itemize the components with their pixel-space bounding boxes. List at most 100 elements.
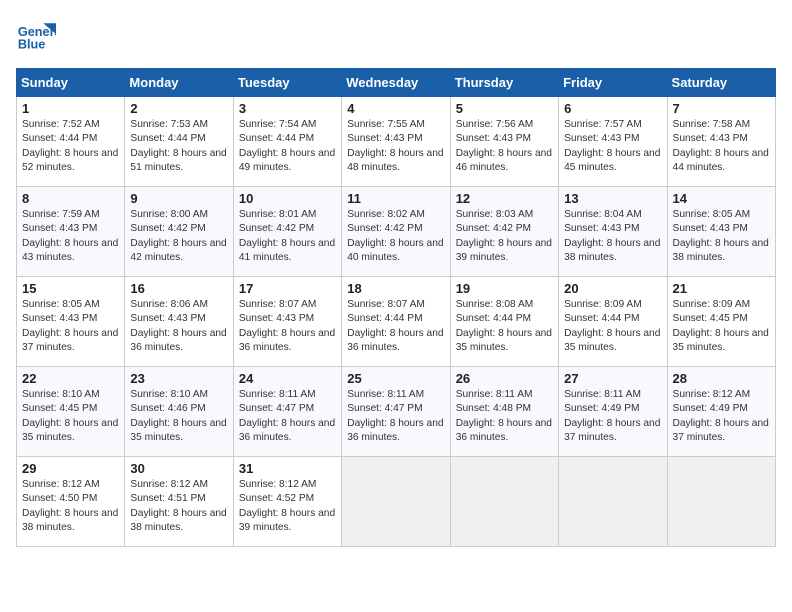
- day-number: 29: [22, 461, 119, 476]
- day-number: 14: [673, 191, 770, 206]
- day-number: 26: [456, 371, 553, 386]
- day-number: 18: [347, 281, 444, 296]
- day-number: 11: [347, 191, 444, 206]
- calendar-cell: 11 Sunrise: 8:02 AMSunset: 4:42 PMDaylig…: [342, 187, 450, 277]
- cell-content: Sunrise: 8:11 AMSunset: 4:47 PMDaylight:…: [347, 388, 444, 445]
- day-number: 16: [130, 281, 227, 296]
- cell-content: Sunrise: 8:02 AMSunset: 4:42 PMDaylight:…: [347, 208, 444, 265]
- calendar-week-row: 22 Sunrise: 8:10 AMSunset: 4:45 PMDaylig…: [17, 367, 776, 457]
- cell-content: Sunrise: 8:12 AMSunset: 4:52 PMDaylight:…: [239, 478, 336, 535]
- calendar-cell: 22 Sunrise: 8:10 AMSunset: 4:45 PMDaylig…: [17, 367, 125, 457]
- calendar-cell: [667, 457, 775, 547]
- logo: General Blue: [16, 16, 62, 56]
- cell-content: Sunrise: 7:54 AMSunset: 4:44 PMDaylight:…: [239, 118, 336, 175]
- cell-content: Sunrise: 8:01 AMSunset: 4:42 PMDaylight:…: [239, 208, 336, 265]
- logo-icon: General Blue: [16, 16, 56, 56]
- calendar-cell: 29 Sunrise: 8:12 AMSunset: 4:50 PMDaylig…: [17, 457, 125, 547]
- calendar-header-row: SundayMondayTuesdayWednesdayThursdayFrid…: [17, 69, 776, 97]
- cell-content: Sunrise: 8:06 AMSunset: 4:43 PMDaylight:…: [130, 298, 227, 355]
- cell-content: Sunrise: 8:04 AMSunset: 4:43 PMDaylight:…: [564, 208, 661, 265]
- page-header: General Blue: [16, 16, 776, 56]
- cell-content: Sunrise: 8:03 AMSunset: 4:42 PMDaylight:…: [456, 208, 553, 265]
- cell-content: Sunrise: 8:07 AMSunset: 4:44 PMDaylight:…: [347, 298, 444, 355]
- day-number: 31: [239, 461, 336, 476]
- calendar-cell: 7 Sunrise: 7:58 AMSunset: 4:43 PMDayligh…: [667, 97, 775, 187]
- cell-content: Sunrise: 8:11 AMSunset: 4:47 PMDaylight:…: [239, 388, 336, 445]
- cell-content: Sunrise: 8:12 AMSunset: 4:49 PMDaylight:…: [673, 388, 770, 445]
- day-number: 13: [564, 191, 661, 206]
- cell-content: Sunrise: 8:11 AMSunset: 4:49 PMDaylight:…: [564, 388, 661, 445]
- day-number: 2: [130, 101, 227, 116]
- day-number: 24: [239, 371, 336, 386]
- calendar-cell: 16 Sunrise: 8:06 AMSunset: 4:43 PMDaylig…: [125, 277, 233, 367]
- day-number: 15: [22, 281, 119, 296]
- column-header-sunday: Sunday: [17, 69, 125, 97]
- calendar-cell: 5 Sunrise: 7:56 AMSunset: 4:43 PMDayligh…: [450, 97, 558, 187]
- day-number: 25: [347, 371, 444, 386]
- cell-content: Sunrise: 8:11 AMSunset: 4:48 PMDaylight:…: [456, 388, 553, 445]
- cell-content: Sunrise: 7:57 AMSunset: 4:43 PMDaylight:…: [564, 118, 661, 175]
- calendar-week-row: 1 Sunrise: 7:52 AMSunset: 4:44 PMDayligh…: [17, 97, 776, 187]
- calendar-week-row: 15 Sunrise: 8:05 AMSunset: 4:43 PMDaylig…: [17, 277, 776, 367]
- day-number: 20: [564, 281, 661, 296]
- cell-content: Sunrise: 7:58 AMSunset: 4:43 PMDaylight:…: [673, 118, 770, 175]
- column-header-wednesday: Wednesday: [342, 69, 450, 97]
- cell-content: Sunrise: 7:53 AMSunset: 4:44 PMDaylight:…: [130, 118, 227, 175]
- cell-content: Sunrise: 8:05 AMSunset: 4:43 PMDaylight:…: [673, 208, 770, 265]
- cell-content: Sunrise: 8:10 AMSunset: 4:46 PMDaylight:…: [130, 388, 227, 445]
- day-number: 22: [22, 371, 119, 386]
- calendar-cell: 1 Sunrise: 7:52 AMSunset: 4:44 PMDayligh…: [17, 97, 125, 187]
- calendar-cell: 30 Sunrise: 8:12 AMSunset: 4:51 PMDaylig…: [125, 457, 233, 547]
- calendar-cell: 6 Sunrise: 7:57 AMSunset: 4:43 PMDayligh…: [559, 97, 667, 187]
- calendar-cell: 27 Sunrise: 8:11 AMSunset: 4:49 PMDaylig…: [559, 367, 667, 457]
- day-number: 23: [130, 371, 227, 386]
- calendar-cell: 15 Sunrise: 8:05 AMSunset: 4:43 PMDaylig…: [17, 277, 125, 367]
- cell-content: Sunrise: 7:59 AMSunset: 4:43 PMDaylight:…: [22, 208, 119, 265]
- day-number: 28: [673, 371, 770, 386]
- cell-content: Sunrise: 8:12 AMSunset: 4:51 PMDaylight:…: [130, 478, 227, 535]
- calendar-cell: 21 Sunrise: 8:09 AMSunset: 4:45 PMDaylig…: [667, 277, 775, 367]
- cell-content: Sunrise: 8:09 AMSunset: 4:45 PMDaylight:…: [673, 298, 770, 355]
- day-number: 3: [239, 101, 336, 116]
- day-number: 7: [673, 101, 770, 116]
- calendar-cell: 17 Sunrise: 8:07 AMSunset: 4:43 PMDaylig…: [233, 277, 341, 367]
- calendar-table: SundayMondayTuesdayWednesdayThursdayFrid…: [16, 68, 776, 547]
- cell-content: Sunrise: 8:09 AMSunset: 4:44 PMDaylight:…: [564, 298, 661, 355]
- calendar-week-row: 8 Sunrise: 7:59 AMSunset: 4:43 PMDayligh…: [17, 187, 776, 277]
- day-number: 1: [22, 101, 119, 116]
- calendar-week-row: 29 Sunrise: 8:12 AMSunset: 4:50 PMDaylig…: [17, 457, 776, 547]
- calendar-cell: 31 Sunrise: 8:12 AMSunset: 4:52 PMDaylig…: [233, 457, 341, 547]
- svg-text:Blue: Blue: [18, 37, 46, 52]
- column-header-saturday: Saturday: [667, 69, 775, 97]
- calendar-cell: 9 Sunrise: 8:00 AMSunset: 4:42 PMDayligh…: [125, 187, 233, 277]
- calendar-cell: 2 Sunrise: 7:53 AMSunset: 4:44 PMDayligh…: [125, 97, 233, 187]
- calendar-cell: 23 Sunrise: 8:10 AMSunset: 4:46 PMDaylig…: [125, 367, 233, 457]
- calendar-cell: 26 Sunrise: 8:11 AMSunset: 4:48 PMDaylig…: [450, 367, 558, 457]
- calendar-cell: 12 Sunrise: 8:03 AMSunset: 4:42 PMDaylig…: [450, 187, 558, 277]
- day-number: 17: [239, 281, 336, 296]
- calendar-cell: 18 Sunrise: 8:07 AMSunset: 4:44 PMDaylig…: [342, 277, 450, 367]
- cell-content: Sunrise: 8:10 AMSunset: 4:45 PMDaylight:…: [22, 388, 119, 445]
- day-number: 19: [456, 281, 553, 296]
- calendar-cell: 28 Sunrise: 8:12 AMSunset: 4:49 PMDaylig…: [667, 367, 775, 457]
- day-number: 8: [22, 191, 119, 206]
- day-number: 6: [564, 101, 661, 116]
- cell-content: Sunrise: 8:08 AMSunset: 4:44 PMDaylight:…: [456, 298, 553, 355]
- cell-content: Sunrise: 8:12 AMSunset: 4:50 PMDaylight:…: [22, 478, 119, 535]
- calendar-cell: 3 Sunrise: 7:54 AMSunset: 4:44 PMDayligh…: [233, 97, 341, 187]
- calendar-cell: 14 Sunrise: 8:05 AMSunset: 4:43 PMDaylig…: [667, 187, 775, 277]
- cell-content: Sunrise: 7:55 AMSunset: 4:43 PMDaylight:…: [347, 118, 444, 175]
- day-number: 12: [456, 191, 553, 206]
- column-header-thursday: Thursday: [450, 69, 558, 97]
- calendar-cell: 25 Sunrise: 8:11 AMSunset: 4:47 PMDaylig…: [342, 367, 450, 457]
- day-number: 5: [456, 101, 553, 116]
- cell-content: Sunrise: 8:00 AMSunset: 4:42 PMDaylight:…: [130, 208, 227, 265]
- day-number: 10: [239, 191, 336, 206]
- calendar-cell: 10 Sunrise: 8:01 AMSunset: 4:42 PMDaylig…: [233, 187, 341, 277]
- day-number: 21: [673, 281, 770, 296]
- day-number: 30: [130, 461, 227, 476]
- day-number: 27: [564, 371, 661, 386]
- column-header-monday: Monday: [125, 69, 233, 97]
- calendar-cell: 24 Sunrise: 8:11 AMSunset: 4:47 PMDaylig…: [233, 367, 341, 457]
- calendar-cell: 4 Sunrise: 7:55 AMSunset: 4:43 PMDayligh…: [342, 97, 450, 187]
